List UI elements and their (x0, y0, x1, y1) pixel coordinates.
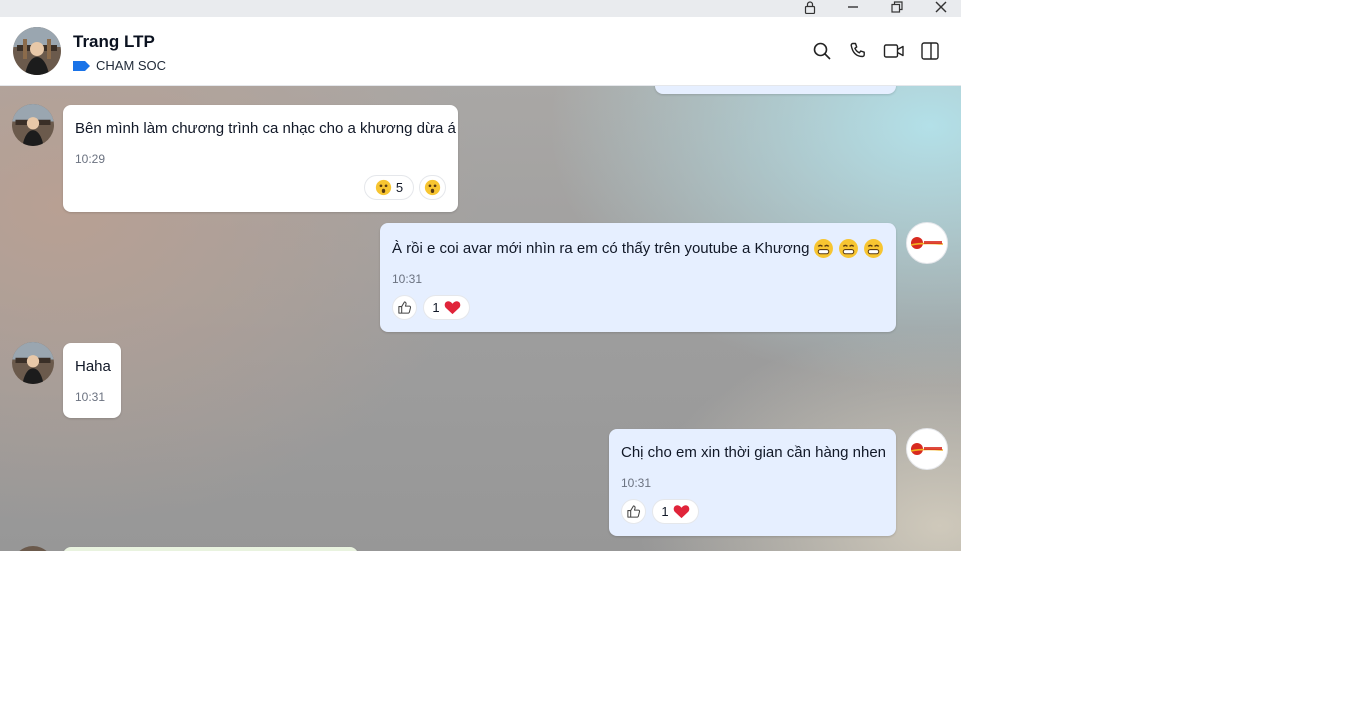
message-content: À rồi e coi avar mới nhìn ra em có thấy … (392, 238, 884, 259)
grin-emoji-icon (839, 239, 859, 258)
grin-emoji-icon (814, 239, 834, 258)
phone-icon[interactable] (846, 39, 870, 63)
video-call-icon[interactable] (882, 39, 906, 63)
thumbs-up-icon (398, 301, 412, 314)
message-bubble[interactable]: Haha 10:31 (63, 343, 121, 418)
search-icon[interactable] (810, 39, 834, 63)
contact-tag[interactable]: CHAM SOC (73, 58, 166, 73)
message-time: 10:31 (392, 272, 423, 286)
contact-name[interactable]: Trang LTP (73, 32, 155, 52)
my-avatar[interactable] (906, 428, 948, 470)
brand-logo-icon (910, 443, 944, 455)
brand-logo-icon (910, 237, 944, 249)
tag-label: CHAM SOC (96, 58, 167, 73)
message-time: 10:29 (75, 152, 106, 166)
like-button[interactable] (392, 295, 417, 320)
message-list[interactable]: Bên mình làm chương trình ca nhạc cho a … (0, 86, 961, 551)
reaction-summary[interactable]: 1 (652, 499, 699, 524)
sender-avatar[interactable] (12, 342, 54, 384)
minimize-icon[interactable] (839, 0, 867, 14)
heart-icon (673, 505, 689, 519)
reaction-count: 5 (395, 180, 404, 195)
message-text: Chị cho em xin thời gian cần hàng nhen (621, 444, 887, 461)
message-text: Haha (75, 358, 111, 375)
message-bubble[interactable]: Chị cho em xin thời gian cần hàng nhen 1… (609, 429, 896, 536)
restore-icon[interactable] (883, 0, 911, 14)
message-bubble-partial[interactable] (63, 547, 358, 551)
message-bubble-partial[interactable] (655, 86, 896, 94)
message-bubble[interactable]: À rồi e coi avar mới nhìn ra em có thấy … (380, 223, 896, 332)
sender-avatar[interactable] (12, 546, 54, 551)
lock-icon[interactable] (796, 0, 824, 14)
surprised-emoji-icon (375, 179, 392, 196)
message-time: 10:31 (75, 390, 106, 404)
chat-window: Trang LTP CHAM SOC Bên mình làm chương t… (0, 0, 961, 551)
add-reaction-button[interactable] (419, 175, 446, 200)
message-text: À rồi e coi avar mới nhìn ra em có thấy … (392, 240, 810, 257)
toggle-sidebar-icon[interactable] (918, 39, 942, 63)
close-icon[interactable] (927, 0, 955, 14)
message-time: 10:31 (621, 476, 652, 490)
reaction-summary[interactable]: 5 (364, 175, 414, 200)
thumbs-up-icon (627, 505, 641, 518)
sender-avatar[interactable] (12, 104, 54, 146)
tag-icon (73, 60, 90, 71)
grin-emoji-icon (864, 239, 884, 258)
like-button[interactable] (621, 499, 646, 524)
conversation-header: Trang LTP CHAM SOC (0, 17, 961, 86)
message-bubble[interactable]: Bên mình làm chương trình ca nhạc cho a … (63, 105, 458, 212)
title-bar (0, 0, 961, 17)
reaction-summary[interactable]: 1 (423, 295, 470, 320)
reaction-count: 1 (661, 504, 669, 519)
message-text: Bên mình làm chương trình ca nhạc cho a … (75, 120, 456, 137)
heart-icon (444, 301, 460, 315)
my-avatar[interactable] (906, 222, 948, 264)
surprised-emoji-icon (424, 179, 441, 196)
contact-avatar[interactable] (13, 27, 61, 75)
reaction-count: 1 (432, 300, 440, 315)
